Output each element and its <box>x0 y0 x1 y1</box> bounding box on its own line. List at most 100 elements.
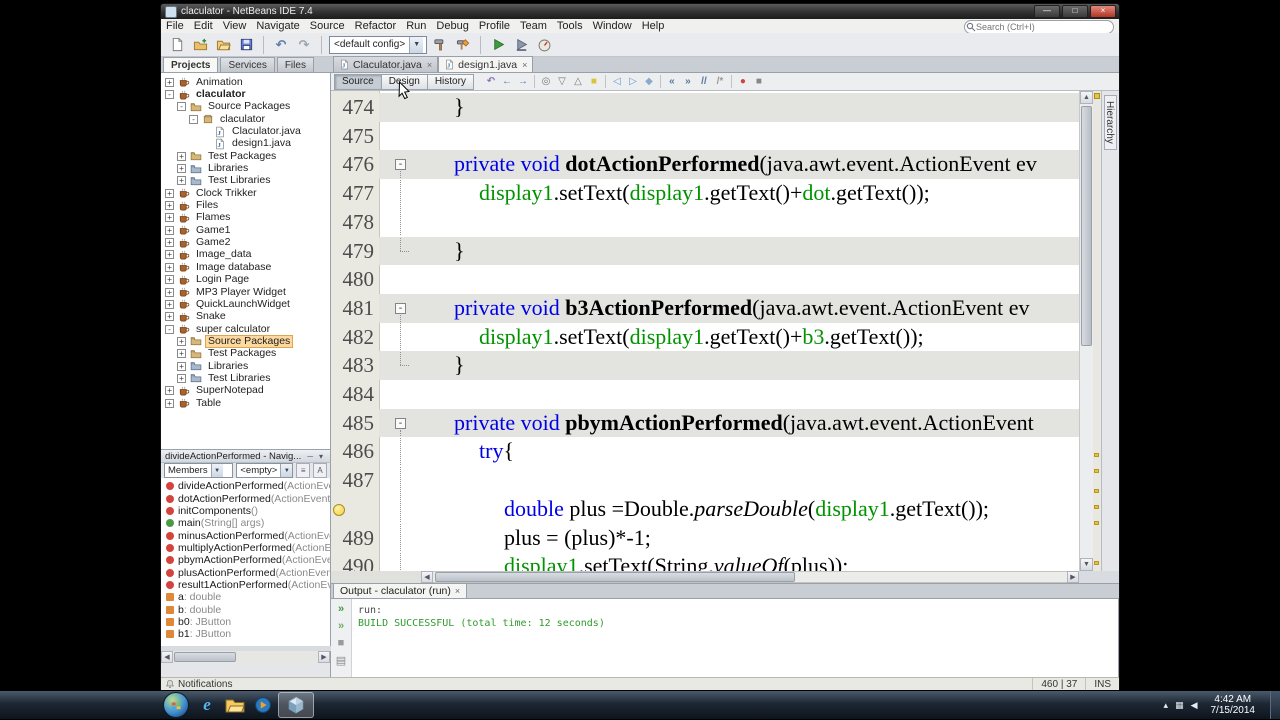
toggle-highlight-icon[interactable]: ■ <box>586 74 602 89</box>
tree-item[interactable]: +JClaculator.java <box>161 125 330 137</box>
code-line[interactable]: 476 - private void dotActionPerformed(java… <box>331 150 1079 180</box>
uncomment-icon[interactable]: /* <box>712 74 728 89</box>
line-number-cell[interactable]: 487 <box>331 466 379 495</box>
profile-project-button[interactable] <box>534 35 554 55</box>
menu-tools[interactable]: Tools <box>552 20 588 32</box>
navigator-item[interactable]: main (String[] args) <box>161 517 330 529</box>
new-project-button[interactable] <box>190 35 210 55</box>
tree-item[interactable]: + Clock Trikker <box>161 187 330 199</box>
tree-expander-icon[interactable]: + <box>177 336 186 346</box>
tree-item[interactable]: + Libraries <box>161 360 330 372</box>
start-button[interactable] <box>163 692 189 718</box>
fold-collapse-icon[interactable]: - <box>395 417 406 429</box>
forward-icon[interactable]: → <box>515 74 531 89</box>
menu-refactor[interactable]: Refactor <box>350 20 402 32</box>
comment-icon[interactable]: // <box>696 74 712 89</box>
tree-item[interactable]: + SuperNotepad <box>161 385 330 397</box>
line-number-cell[interactable]: 477 <box>331 179 379 208</box>
open-project-button[interactable] <box>213 35 233 55</box>
tree-expander-icon[interactable]: - <box>165 90 174 100</box>
line-number-cell[interactable]: 490 <box>331 552 379 571</box>
code-line[interactable]: 486 try{ <box>331 437 1079 467</box>
media-player-button[interactable] <box>250 693 276 717</box>
warning-mark-icon[interactable] <box>1094 489 1099 493</box>
tree-expander-icon[interactable]: + <box>177 361 186 371</box>
navigator-item[interactable]: plusActionPerformed(ActionEvent e <box>161 566 330 579</box>
configuration-combo[interactable]: <default config> ▼ <box>329 35 427 54</box>
scroll-left-icon[interactable]: ◀ <box>161 651 173 663</box>
menu-run[interactable]: Run <box>401 20 431 32</box>
tree-item[interactable]: + Game2 <box>161 236 330 248</box>
menu-debug[interactable]: Debug <box>431 20 473 32</box>
clear-output-button[interactable]: ▤ <box>333 653 350 667</box>
menu-help[interactable]: Help <box>637 20 670 32</box>
code-line[interactable]: 477 display1.setText(display1.getText()+d… <box>331 179 1079 208</box>
code-line[interactable]: 479} <box>331 236 1079 266</box>
tree-expander-icon[interactable]: + <box>165 250 174 260</box>
navigator-filter-combo[interactable]: <empty> ▼ <box>236 463 294 478</box>
code-fold-margin[interactable] <box>379 351 429 380</box>
build-project-button[interactable] <box>430 35 450 55</box>
editor-vscroll-thumb[interactable] <box>1081 106 1092 346</box>
tree-item[interactable]: + Libraries <box>161 162 330 174</box>
tab-files[interactable]: Files <box>276 57 314 72</box>
tree-expander-icon[interactable]: + <box>177 151 186 161</box>
debug-project-button[interactable] <box>511 35 531 55</box>
close-icon[interactable]: × <box>427 60 432 70</box>
tree-expander-icon[interactable]: - <box>189 114 198 124</box>
internet-explorer-button[interactable]: e <box>194 693 220 717</box>
code-line[interactable]: 481 - private void b3ActionPerformed(java.… <box>331 293 1079 323</box>
tree-item[interactable]: - claculator <box>161 113 330 125</box>
editor-tab[interactable]: J Claculator.java × <box>333 56 439 72</box>
tree-expander-icon[interactable]: + <box>177 176 186 186</box>
tree-item[interactable]: + MP3 Player Widget <box>161 286 330 298</box>
clean-build-project-button[interactable] <box>453 35 473 55</box>
tree-expander-icon[interactable]: - <box>165 324 174 334</box>
tree-item[interactable]: + Table <box>161 397 330 409</box>
tree-item[interactable]: - super calculator <box>161 323 330 335</box>
title-bar[interactable]: claculator - NetBeans IDE 7.4 — □ × <box>161 4 1119 19</box>
warning-mark-icon[interactable] <box>1094 453 1099 457</box>
output-tab[interactable]: Output - claculator (run) × <box>333 583 468 598</box>
code-fold-margin[interactable] <box>379 494 429 524</box>
code-fold-margin[interactable] <box>379 207 429 237</box>
warnings-status-icon[interactable] <box>1094 93 1100 99</box>
menu-edit[interactable]: Edit <box>189 20 218 32</box>
code-line[interactable]: 487 <box>331 466 1079 495</box>
shift-left-icon[interactable]: « <box>664 74 680 89</box>
tree-expander-icon[interactable]: + <box>165 188 174 198</box>
scroll-down-icon[interactable]: ▼ <box>1080 558 1093 571</box>
output-panel[interactable]: » » ■ ▤ run: BUILD SUCCESSFUL (total time: 1… <box>331 599 1119 677</box>
navigator-item[interactable]: pbymActionPerformed(ActionEvent e <box>161 554 330 566</box>
tree-item[interactable]: + Source Packages <box>161 334 330 348</box>
editor-horizontal-scrollbar[interactable]: ◀ ▶ <box>331 571 1079 583</box>
tree-item[interactable]: +Jdesign1.java <box>161 138 330 150</box>
warning-mark-icon[interactable] <box>1094 469 1099 473</box>
code-fold-margin[interactable] <box>379 552 429 571</box>
rerun-button[interactable]: » <box>333 602 350 616</box>
tree-expander-icon[interactable]: + <box>177 349 186 359</box>
code-fold-margin[interactable] <box>379 122 429 151</box>
tree-expander-icon[interactable]: + <box>165 201 174 211</box>
tree-item[interactable]: - claculator <box>161 88 330 100</box>
line-number-cell[interactable]: 482 <box>331 323 379 352</box>
navigator-list[interactable]: divideActionPerformed(ActionEvent edotAc… <box>161 478 331 646</box>
new-file-button[interactable] <box>167 35 187 55</box>
line-number-cell[interactable]: 475 <box>331 122 379 151</box>
code-line[interactable]: 474} <box>331 93 1079 122</box>
menu-file[interactable]: File <box>161 20 189 32</box>
code-fold-margin[interactable] <box>379 265 429 294</box>
code-fold-margin[interactable] <box>379 380 429 409</box>
tree-item[interactable]: + Snake <box>161 311 330 323</box>
macro-stop-icon[interactable]: ■ <box>751 74 767 89</box>
tree-expander-icon[interactable]: + <box>165 262 174 272</box>
run-project-button[interactable] <box>488 35 508 55</box>
menu-view[interactable]: View <box>218 20 252 32</box>
tree-item[interactable]: + Files <box>161 199 330 211</box>
error-stripe[interactable] <box>1093 91 1101 571</box>
projects-tree[interactable]: + Animation - claculator - Source Packages - cl… <box>161 73 331 449</box>
tree-expander-icon[interactable]: + <box>165 386 174 396</box>
sort-alphabetically-button[interactable]: A <box>313 463 327 478</box>
caret-position[interactable]: 460 | 37 <box>1032 678 1085 690</box>
warning-mark-icon[interactable] <box>1094 505 1099 509</box>
